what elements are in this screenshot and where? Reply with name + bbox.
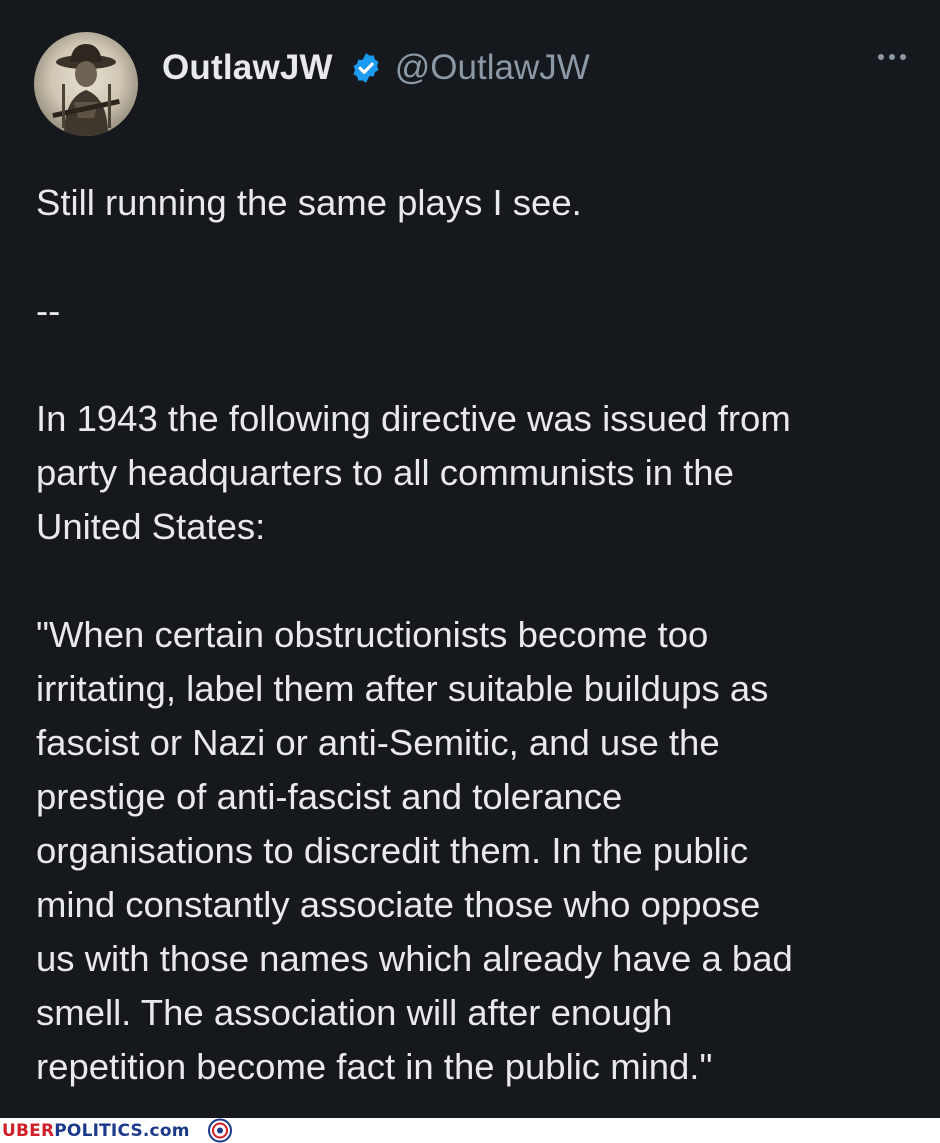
- dot: [889, 54, 895, 60]
- display-name[interactable]: OutlawJW: [162, 48, 333, 88]
- dot: [900, 54, 906, 60]
- watermark-part1: UBER: [2, 1120, 55, 1141]
- tweet-text: Still running the same plays I see. -- I…: [36, 182, 793, 1087]
- handle[interactable]: @OutlawJW: [395, 48, 590, 88]
- watermark-text: UBERPOLITICS.com: [2, 1121, 190, 1141]
- avatar[interactable]: [34, 32, 138, 136]
- watermark-bar: UBERPOLITICS.com: [0, 1118, 940, 1143]
- dot: [878, 54, 884, 60]
- more-horizontal-icon[interactable]: [878, 54, 906, 60]
- watermark-logo-icon: [207, 1118, 232, 1143]
- verified-badge-icon: [353, 53, 379, 83]
- tweet-card: OutlawJW @OutlawJW Still running the sam…: [0, 0, 940, 1118]
- tweet-header: OutlawJW @OutlawJW: [162, 44, 590, 92]
- watermark-part2: POLITICS.com: [54, 1120, 190, 1141]
- avatar-cowboy-icon: [52, 44, 120, 136]
